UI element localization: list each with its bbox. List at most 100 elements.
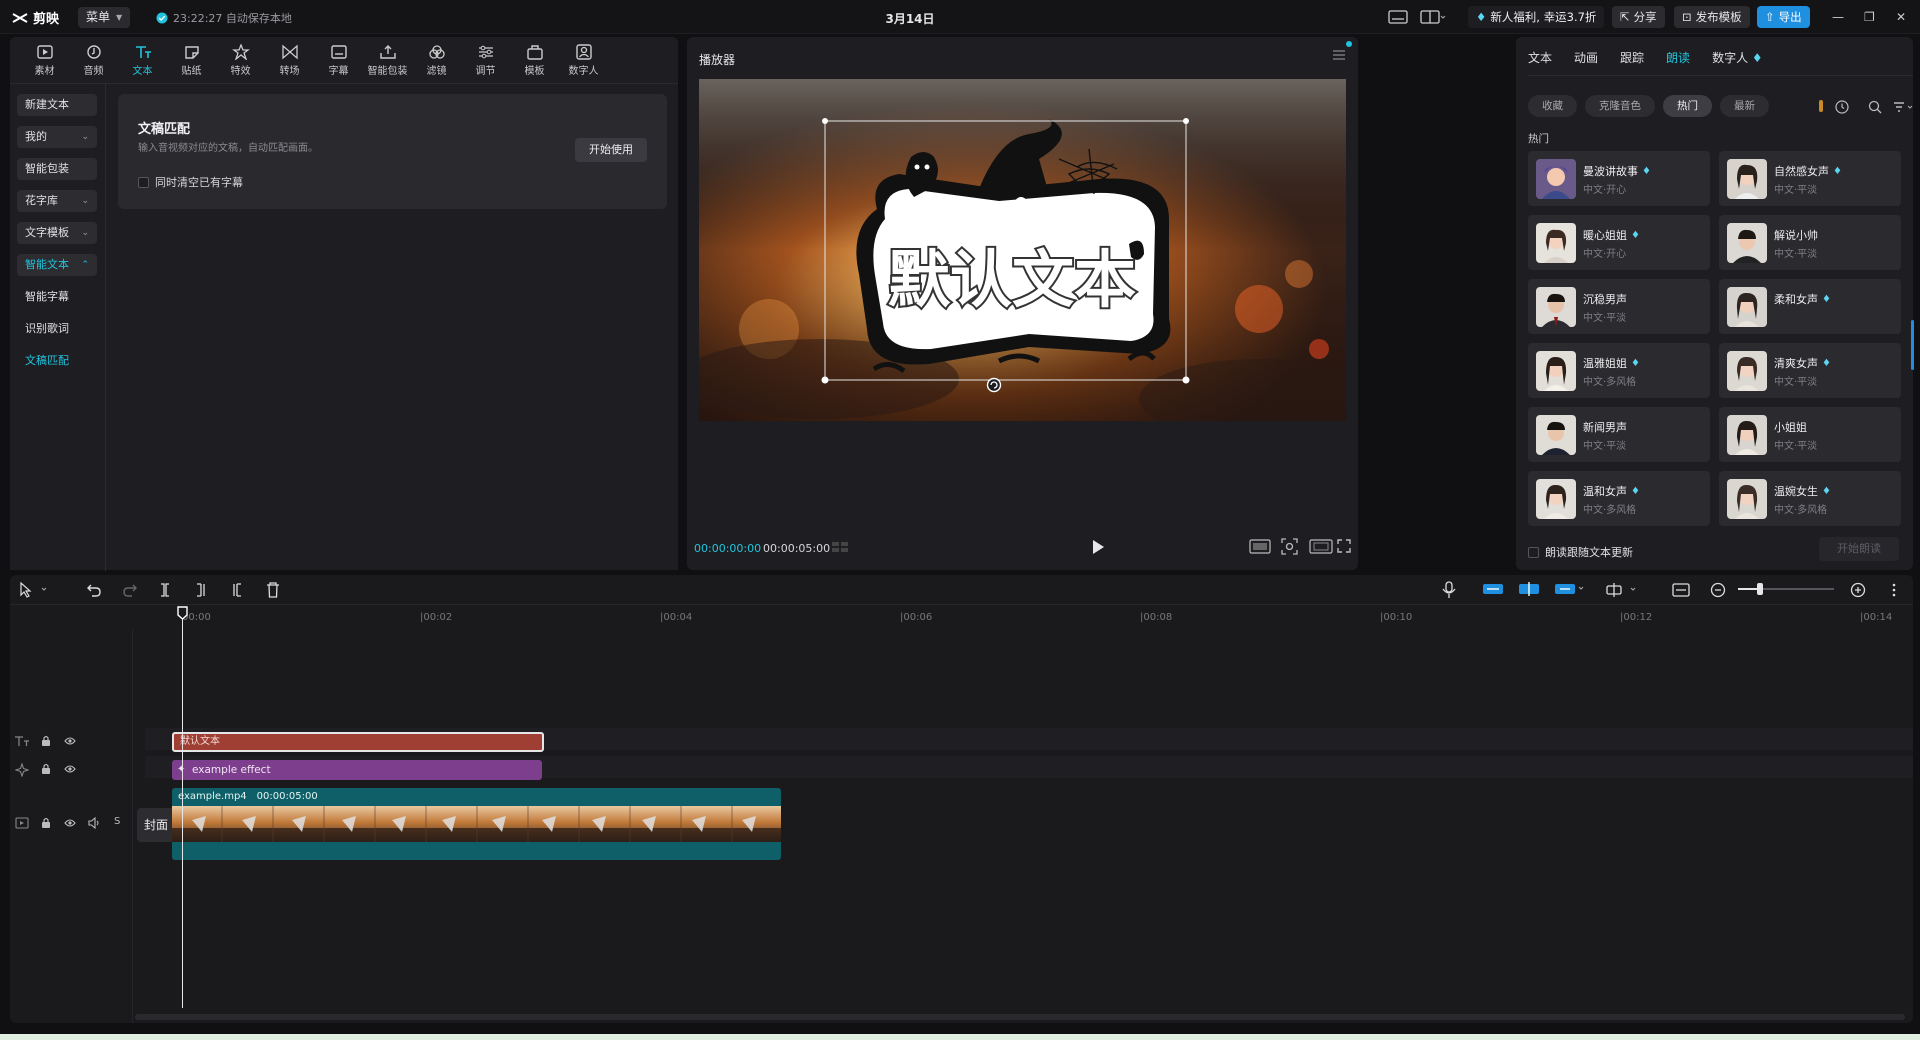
linkage-icon[interactable] [1554, 582, 1588, 596]
timecode-format-icon[interactable] [831, 541, 849, 553]
tab-animation[interactable]: 动画 [1574, 49, 1598, 66]
select-tool-icon[interactable] [18, 582, 50, 598]
split-icon[interactable] [158, 582, 172, 598]
tool-template[interactable]: 模板 [510, 37, 559, 83]
quality-icon[interactable] [1249, 539, 1271, 554]
zoom-out-icon[interactable] [1710, 582, 1726, 598]
split-right-icon[interactable] [230, 582, 244, 598]
redo-icon[interactable] [122, 582, 138, 598]
filter-newest[interactable]: 最新 [1720, 95, 1769, 117]
voice-card[interactable]: 暖心姐姐 ♦ 中文·开心 [1528, 215, 1710, 270]
nav-new-text[interactable]: 新建文本 [17, 94, 97, 116]
preview-axis-icon[interactable] [1606, 582, 1640, 598]
effect-clip[interactable]: ✦ example effect [172, 760, 542, 780]
more-options-icon[interactable] [1892, 582, 1896, 598]
clock-icon[interactable] [1835, 100, 1849, 114]
timeline-horizontal-scrollbar[interactable] [135, 1014, 1905, 1020]
screenshot-icon[interactable] [1281, 538, 1298, 555]
nav-smart-text[interactable]: 智能文本 ⌃ [17, 254, 97, 276]
publish-template-button[interactable]: ⊡ 发布模板 [1674, 6, 1750, 28]
tool-subtitle[interactable]: 字幕 [314, 37, 363, 83]
video-clip[interactable]: example.mp4 00:00:05:00 [172, 788, 781, 860]
voice-card[interactable]: 新闻男声 中文·平淡 [1528, 407, 1710, 462]
tab-digital-human[interactable]: 数字人 ♦ [1712, 49, 1763, 66]
main-track-magnet-icon[interactable] [1482, 582, 1504, 596]
voice-card[interactable]: 温和女声 ♦ 中文·多风格 [1528, 471, 1710, 526]
promo-badge[interactable]: ♦ 新人福利, 幸运3.7折 [1468, 6, 1605, 28]
tool-sticker[interactable]: 贴纸 [167, 37, 216, 83]
tool-filter[interactable]: 滤镜 [412, 37, 461, 83]
lock-icon[interactable] [41, 735, 51, 747]
filter-favorites[interactable]: 收藏 [1528, 95, 1577, 117]
voice-card[interactable]: 自然感女声 ♦ 中文·平淡 [1719, 151, 1901, 206]
tool-transition[interactable]: 转场 [265, 37, 314, 83]
tool-audio[interactable]: 音频 [69, 37, 118, 83]
eye-icon[interactable] [64, 819, 76, 827]
zoom-slider-handle[interactable] [1757, 583, 1763, 595]
nav-mine[interactable]: 我的 ⌄ [17, 126, 97, 148]
voice-card[interactable]: 温婉女生 ♦ 中文·多风格 [1719, 471, 1901, 526]
nav-lyrics[interactable]: 识别歌词 [17, 318, 97, 340]
clear-subtitles-checkbox[interactable] [138, 176, 149, 188]
fullscreen-icon[interactable] [1337, 539, 1351, 553]
clear-subtitles-option[interactable]: 同时清空已有字幕 [138, 174, 243, 190]
tab-read-aloud[interactable]: 朗读 [1666, 49, 1690, 66]
solo-icon[interactable]: S [114, 816, 120, 827]
tab-tracking[interactable]: 跟踪 [1620, 49, 1644, 66]
voice-card[interactable]: 柔和女声 ♦ [1719, 279, 1901, 334]
voice-card[interactable]: 沉稳男声 中文·平淡 [1528, 279, 1710, 334]
close-icon[interactable]: ✕ [1896, 6, 1906, 28]
subtitle-layout-icon[interactable] [1388, 6, 1408, 28]
nav-flower-text[interactable]: 花字库 ⌄ [17, 190, 97, 212]
filter-clone-voice[interactable]: 克隆音色 [1585, 95, 1655, 117]
auto-snap-icon[interactable] [1518, 581, 1540, 597]
tool-text[interactable]: 文本 [118, 37, 167, 83]
start-use-button[interactable]: 开始使用 [575, 138, 647, 162]
eye-icon[interactable] [64, 765, 76, 773]
lock-icon[interactable] [41, 817, 51, 829]
sort-filter-icon[interactable] [1893, 100, 1915, 114]
aspect-ratio-icon[interactable] [1309, 539, 1333, 554]
restore-icon[interactable]: ❐ [1864, 6, 1875, 28]
tool-media[interactable]: 素材 [20, 37, 69, 83]
panel-scrollbar[interactable] [1911, 320, 1914, 370]
eye-icon[interactable] [64, 737, 76, 745]
video-canvas[interactable]: 默认文本 [699, 79, 1346, 421]
follow-text-option[interactable]: 朗读跟随文本更新 [1528, 544, 1633, 560]
text-clip[interactable]: 默认文本 [172, 732, 544, 752]
overlay-text[interactable]: 默认文本 [886, 241, 1138, 318]
export-button[interactable]: ⇧ 导出 [1757, 6, 1810, 28]
search-icon[interactable] [1868, 100, 1882, 114]
undo-icon[interactable] [86, 582, 102, 598]
microphone-icon[interactable] [1442, 581, 1456, 599]
start-reading-button[interactable]: 开始朗读 [1819, 537, 1899, 561]
nav-doc-match[interactable]: 文稿匹配 [17, 350, 97, 372]
nav-smart-subtitle[interactable]: 智能字幕 [17, 286, 97, 308]
tool-adjust[interactable]: 调节 [461, 37, 510, 83]
mute-icon[interactable] [88, 817, 100, 829]
play-icon[interactable] [1091, 539, 1105, 555]
rotate-handle-icon[interactable] [986, 377, 1002, 393]
layout-icon[interactable] [1420, 6, 1446, 28]
lock-icon[interactable] [41, 763, 51, 775]
playhead-handle[interactable] [177, 606, 188, 620]
tab-text[interactable]: 文本 [1528, 49, 1552, 66]
voice-card[interactable]: 清爽女声 ♦ 中文·平淡 [1719, 343, 1901, 398]
share-button[interactable]: ⇱ 分享 [1612, 6, 1665, 28]
cover-button[interactable]: 封面 [137, 808, 175, 842]
voice-card[interactable]: 解说小帅 中文·平淡 [1719, 215, 1901, 270]
voice-card[interactable]: 温雅姐姐 ♦ 中文·多风格 [1528, 343, 1710, 398]
nav-text-template[interactable]: 文字模板 ⌄ [17, 222, 97, 244]
minimize-icon[interactable]: — [1832, 6, 1844, 28]
player-menu-icon[interactable] [1332, 49, 1346, 61]
filter-hot[interactable]: 热门 [1663, 95, 1712, 117]
zoom-in-icon[interactable] [1850, 582, 1866, 598]
delete-icon[interactable] [266, 582, 280, 598]
tool-digital-human[interactable]: 数字人 [559, 37, 608, 83]
nav-smart-pack[interactable]: 智能包装 [17, 158, 97, 180]
voice-card[interactable]: 小姐姐 中文·平淡 [1719, 407, 1901, 462]
voice-card[interactable]: 曼波讲故事 ♦ 中文·开心 [1528, 151, 1710, 206]
split-left-icon[interactable] [194, 582, 208, 598]
tool-smart-pack[interactable]: 智能包装 [363, 37, 412, 83]
tool-effects[interactable]: 特效 [216, 37, 265, 83]
